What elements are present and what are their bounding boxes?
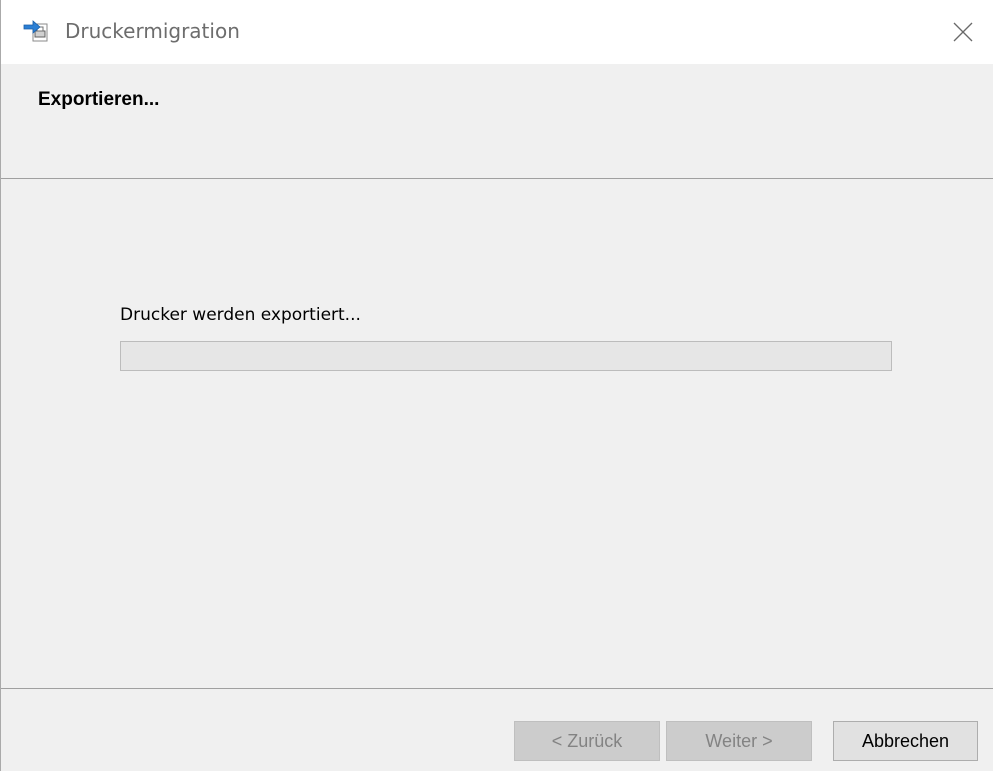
page-title: Exportieren... (38, 89, 160, 110)
printer-migration-dialog: Druckermigration Exportieren... Drucker … (0, 0, 993, 771)
window-title: Druckermigration (65, 19, 240, 43)
close-icon (953, 22, 973, 42)
printer-migration-icon (21, 16, 51, 46)
close-button[interactable] (933, 0, 993, 64)
footer-divider (1, 688, 993, 689)
title-bar: Druckermigration (1, 0, 993, 64)
wizard-header: Exportieren... (1, 64, 993, 179)
cancel-button[interactable]: Abbrechen (833, 721, 978, 761)
next-button[interactable]: Weiter > (666, 721, 812, 761)
export-progress-bar (120, 341, 892, 371)
status-label: Drucker werden exportiert... (120, 305, 361, 325)
back-button[interactable]: < Zurück (514, 721, 660, 761)
